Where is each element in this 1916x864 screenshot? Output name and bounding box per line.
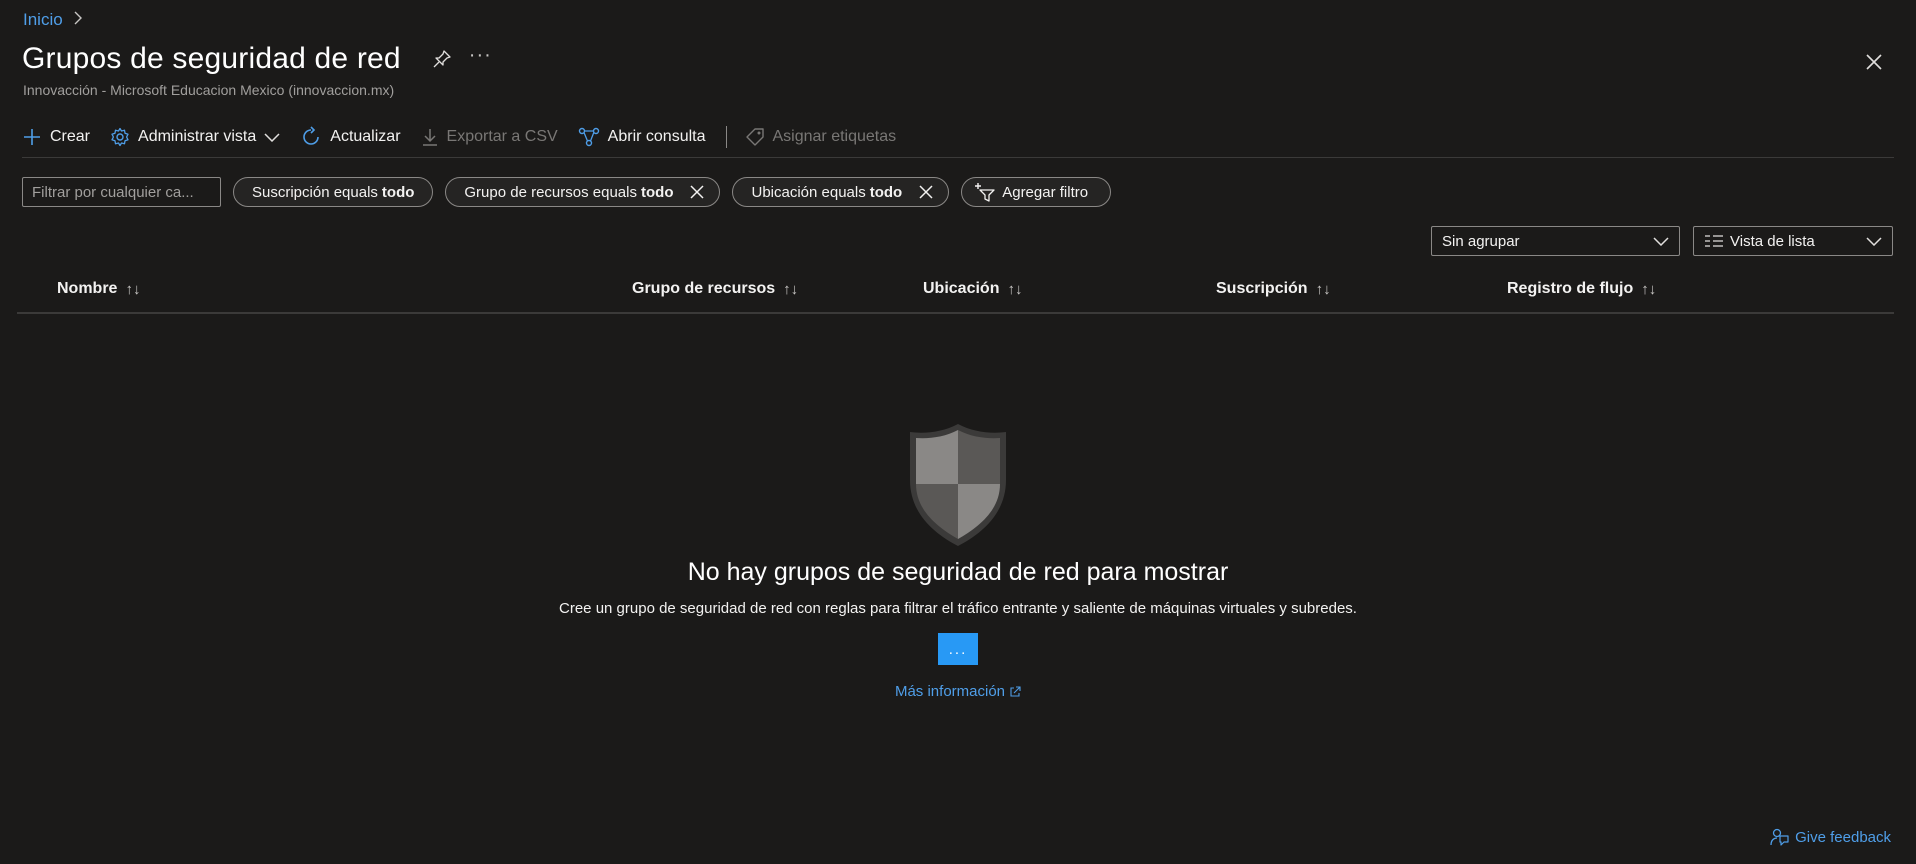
filter-pill-location[interactable]: Ubicación equals todo xyxy=(732,177,950,207)
sort-icon: ↑↓ xyxy=(1007,280,1023,298)
tag-icon xyxy=(745,127,764,146)
manage-view-label: Administrar vista xyxy=(138,127,257,145)
refresh-icon xyxy=(303,125,320,145)
view-dropdown[interactable]: Vista de lista xyxy=(1693,226,1893,256)
column-header-flow-log[interactable]: Registro de flujo ↑↓ xyxy=(1507,280,1656,298)
learn-more-label: Más información xyxy=(894,683,1006,700)
learn-more-link[interactable]: Más información xyxy=(895,683,1021,700)
add-filter-label: Agregar filtro xyxy=(1002,183,1089,201)
column-header-subscription[interactable]: Suscripción ↑↓ xyxy=(1216,280,1331,298)
filter-pill-prefix: Ubicación equals xyxy=(751,183,866,201)
remove-filter-icon[interactable] xyxy=(689,184,705,200)
title-row: Grupos de seguridad de red ··· xyxy=(22,42,492,76)
create-label: Crear xyxy=(50,127,91,145)
filter-pill-prefix: Suscripción equals xyxy=(252,183,378,201)
grouping-dropdown[interactable]: Sin agrupar xyxy=(1431,226,1680,256)
empty-state-description: Cree un grupo de seguridad de red con re… xyxy=(559,600,1357,617)
export-csv-label: Exportar a CSV xyxy=(446,127,558,145)
filter-bar: Suscripción equals todo Grupo de recurso… xyxy=(22,177,1112,207)
column-header-location[interactable]: Ubicación ↑↓ xyxy=(923,280,1022,298)
sort-icon: ↑↓ xyxy=(783,280,799,298)
manage-view-button[interactable]: Administrar vista xyxy=(110,123,280,151)
sort-icon: ↑↓ xyxy=(1641,280,1657,298)
column-header-label: Suscripción xyxy=(1216,280,1308,297)
remove-filter-icon[interactable] xyxy=(918,184,934,200)
filter-pill-subscription[interactable]: Suscripción equals todo xyxy=(233,177,434,207)
empty-state: No hay grupos de seguridad de red para m… xyxy=(0,422,1916,700)
refresh-button[interactable]: Actualizar xyxy=(300,123,401,151)
page-title: Grupos de seguridad de red xyxy=(22,42,401,75)
open-query-label: Abrir consulta xyxy=(607,127,706,145)
shield-icon xyxy=(910,424,1006,546)
chevron-down-icon xyxy=(264,132,280,142)
empty-state-title: No hay grupos de seguridad de red para m… xyxy=(687,558,1229,586)
download-icon xyxy=(422,128,437,146)
list-view-icon xyxy=(1705,235,1723,247)
command-bar: Crear Administrar vista Actualizar Expor… xyxy=(22,122,1894,158)
add-filter-button[interactable]: Agregar filtro xyxy=(961,177,1112,207)
chevron-right-icon xyxy=(73,11,83,30)
filter-pill-value: todo xyxy=(869,183,903,201)
external-link-icon xyxy=(1010,685,1021,697)
create-button[interactable]: Crear xyxy=(22,123,90,151)
column-header-label: Registro de flujo xyxy=(1507,280,1634,297)
chevron-down-icon xyxy=(1653,237,1669,246)
open-query-button[interactable]: Abrir consulta xyxy=(578,123,706,151)
grouping-selected: Sin agrupar xyxy=(1442,232,1520,250)
breadcrumb-home-link[interactable]: Inicio xyxy=(23,10,63,30)
gear-icon xyxy=(111,127,129,146)
column-header-label: Grupo de recursos xyxy=(632,280,776,297)
filter-pill-value: todo xyxy=(641,183,674,201)
more-options-button[interactable]: ··· xyxy=(469,45,492,73)
sort-icon: ↑↓ xyxy=(1315,280,1331,298)
breadcrumb: Inicio xyxy=(23,10,83,30)
give-feedback-link[interactable]: Give feedback xyxy=(1769,827,1891,847)
filter-search-input[interactable] xyxy=(22,177,221,207)
create-nsg-button[interactable]: ... xyxy=(938,633,978,665)
feedback-icon xyxy=(1770,828,1789,846)
assign-tags-label: Asignar etiquetas xyxy=(772,127,897,145)
plus-icon xyxy=(24,128,40,145)
view-selected: Vista de lista xyxy=(1730,232,1815,250)
filter-pill-prefix: Grupo de recursos equals xyxy=(464,183,637,201)
column-header-name[interactable]: Nombre ↑↓ xyxy=(57,280,140,298)
table-header: Nombre ↑↓ Grupo de recursos ↑↓ Ubicación… xyxy=(17,274,1894,314)
query-icon xyxy=(578,127,599,146)
filter-pill-value: todo xyxy=(381,183,415,201)
export-csv-button[interactable]: Exportar a CSV xyxy=(421,123,558,151)
toolbar-divider xyxy=(725,125,727,148)
give-feedback-label: Give feedback xyxy=(1795,828,1891,846)
sort-icon: ↑↓ xyxy=(125,280,141,298)
chevron-down-icon xyxy=(1866,237,1882,246)
column-header-label: Ubicación xyxy=(923,280,1000,297)
pin-icon[interactable] xyxy=(431,48,453,70)
column-header-resource-group[interactable]: Grupo de recursos ↑↓ xyxy=(632,280,798,298)
assign-tags-button[interactable]: Asignar etiquetas xyxy=(745,123,897,151)
close-icon[interactable] xyxy=(1862,50,1886,74)
refresh-label: Actualizar xyxy=(330,127,401,145)
column-header-label: Nombre xyxy=(57,280,118,297)
filter-pill-resource-group[interactable]: Grupo de recursos equals todo xyxy=(445,177,721,207)
page-subtitle: Innovacción - Microsoft Educacion Mexico… xyxy=(23,82,395,98)
add-filter-icon xyxy=(975,183,995,202)
